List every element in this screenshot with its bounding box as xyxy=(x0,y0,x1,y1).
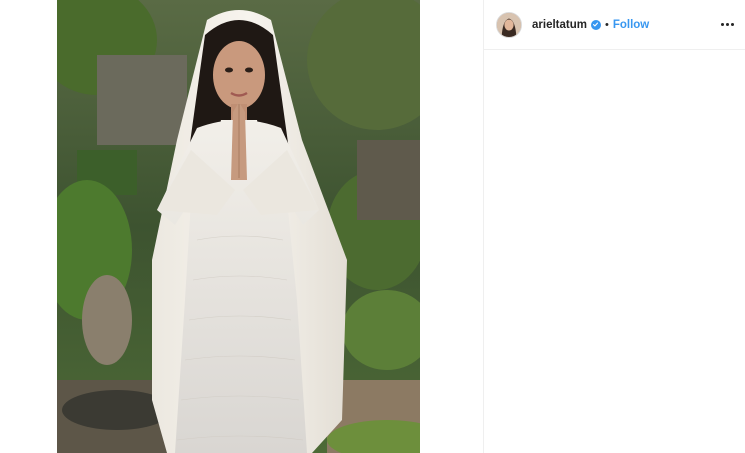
verified-badge-icon xyxy=(590,19,601,30)
profile-photo-icon xyxy=(497,12,521,37)
more-dot xyxy=(725,23,729,26)
separator-dot: • xyxy=(604,18,609,31)
avatar[interactable] xyxy=(496,11,522,38)
post-header: arieltatum • Follow xyxy=(484,0,745,50)
username-link[interactable]: arieltatum xyxy=(532,19,587,31)
more-dot xyxy=(720,23,724,26)
garden-portrait-image xyxy=(57,0,420,453)
post-sidebar: arieltatum • Follow xyxy=(483,0,745,453)
more-horizontal-icon[interactable] xyxy=(719,17,735,33)
more-dot xyxy=(730,23,734,26)
post-photo[interactable] xyxy=(57,0,420,453)
content-gap xyxy=(420,0,483,453)
follow-button[interactable]: Follow xyxy=(613,19,649,31)
